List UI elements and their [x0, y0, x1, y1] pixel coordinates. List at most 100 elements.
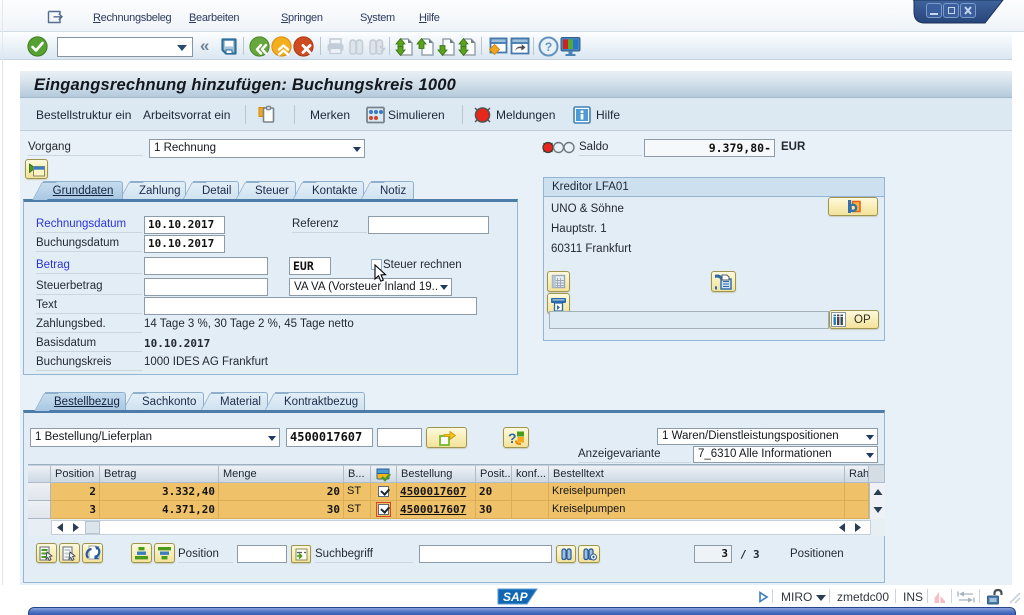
transaction-dropdown-icon[interactable]	[816, 595, 826, 601]
meldungen-button[interactable]: Meldungen	[496, 108, 555, 122]
cell-betrag[interactable]: 3.332,40	[100, 483, 219, 501]
col-konf[interactable]: konf...	[512, 465, 549, 483]
maximize-button[interactable]	[943, 3, 959, 18]
menu-springen[interactable]: Springen	[281, 12, 323, 24]
col-bestelltext[interactable]: Bestelltext	[549, 465, 845, 483]
scroll-left-icon[interactable]	[57, 523, 63, 532]
tab-grunddaten[interactable]: Grunddaten	[43, 181, 123, 199]
steuerbetrag-field[interactable]	[144, 278, 268, 296]
col-positznr[interactable]: Posit...	[476, 465, 512, 483]
cell-ok[interactable]	[371, 483, 397, 501]
select-details-button[interactable]	[36, 543, 57, 563]
refresh-button[interactable]	[82, 543, 103, 563]
betrag-field[interactable]	[144, 257, 268, 275]
row-ok-checkbox[interactable]	[378, 486, 389, 497]
first-page-icon[interactable]	[395, 37, 413, 57]
cell-konf[interactable]	[512, 483, 549, 501]
po-number-field[interactable]: 4500017607	[286, 428, 373, 447]
op-button[interactable]: OP	[829, 310, 879, 329]
row-selector[interactable]	[28, 501, 51, 519]
col-menge[interactable]: Menge	[219, 465, 344, 483]
currency-field[interactable]: EUR	[289, 257, 331, 275]
cell-menge[interactable]: 20	[219, 483, 344, 501]
tab-kontakte[interactable]: Kontakte	[303, 181, 364, 199]
cell-konf[interactable]	[512, 501, 549, 519]
cell-text[interactable]: Kreiselpumpen	[549, 483, 845, 501]
tab-bestellbezug[interactable]: Bestellbezug	[45, 392, 126, 410]
po-link[interactable]: 4500017607	[400, 485, 466, 498]
tab-zahlung[interactable]: Zahlung	[130, 181, 186, 199]
adopt-button[interactable]	[426, 427, 467, 448]
back-icon[interactable]	[249, 36, 270, 57]
col-beinh[interactable]: B...	[344, 465, 371, 483]
vendor-search-field[interactable]	[549, 311, 829, 329]
account-display-button[interactable]	[547, 271, 570, 292]
tab-notiz[interactable]: Notiz	[371, 181, 414, 199]
scroll-up-icon[interactable]	[874, 489, 883, 495]
enter-icon[interactable]	[27, 36, 48, 57]
referenz-field[interactable]	[368, 216, 489, 234]
row-selector[interactable]	[28, 483, 51, 501]
steuerkennzeichen-select[interactable]: VA VA (Vorsteuer Inland 19..	[289, 278, 452, 296]
vendor-detail-button[interactable]	[828, 197, 878, 216]
table-vscrollbar[interactable]	[869, 483, 885, 519]
page-up-icon[interactable]	[416, 37, 434, 57]
menu-system[interactable]: System	[360, 12, 395, 24]
col-select-all[interactable]	[28, 465, 51, 483]
tab-detail[interactable]: Detail	[193, 181, 239, 199]
po-unknown-button[interactable]: ?	[503, 427, 529, 448]
cancel-icon[interactable]	[293, 36, 314, 57]
menu-rechnungsbeleg[interactable]: Rechnungsbeleg	[93, 12, 171, 24]
bestellstruktur-button[interactable]: Bestellstruktur ein	[36, 108, 131, 122]
cell-text[interactable]: Kreiselpumpen	[549, 501, 845, 519]
cell-betrag[interactable]: 4.371,20	[100, 501, 219, 519]
rechnungsdatum-field[interactable]: 10.10.2017	[144, 216, 225, 234]
buchungsdatum-field[interactable]: 10.10.2017	[144, 235, 225, 253]
col-bestellung[interactable]: Bestellung	[397, 465, 476, 483]
cell-pos[interactable]: 20	[476, 483, 512, 501]
search-next-button[interactable]	[578, 545, 600, 563]
tab-sachkonto[interactable]: Sachkonto	[133, 392, 204, 410]
row-ok-checkbox-focused[interactable]	[378, 504, 389, 515]
arbeitsvorrat-button[interactable]: Arbeitsvorrat ein	[143, 108, 230, 122]
cell-unit[interactable]: ST	[344, 501, 371, 519]
resize-grip[interactable]	[1008, 591, 1022, 605]
hide-command-field-icon[interactable]: «	[200, 36, 209, 56]
sort-ascending-button[interactable]	[131, 543, 152, 563]
cell-bestellung[interactable]: 4500017607	[397, 483, 476, 501]
tab-steuer[interactable]: Steuer	[246, 181, 296, 199]
cell-rahmen[interactable]	[845, 483, 869, 501]
col-ok[interactable]	[371, 465, 397, 483]
customize-icon[interactable]	[559, 36, 582, 57]
hscroll-thumb[interactable]	[85, 521, 100, 534]
menu-hilfe[interactable]: Hilfe	[419, 12, 440, 24]
cell-ok[interactable]	[371, 501, 397, 519]
phone-button[interactable]	[711, 271, 736, 292]
text-field[interactable]	[144, 297, 477, 315]
performance-icon[interactable]	[758, 591, 769, 603]
cell-position[interactable]: 3	[51, 501, 100, 519]
save-icon[interactable]	[220, 37, 238, 56]
cell-unit[interactable]: ST	[344, 483, 371, 501]
col-betrag[interactable]: Betrag	[100, 465, 219, 483]
cell-rahmen[interactable]	[845, 501, 869, 519]
transaction-code[interactable]: MIRO	[781, 590, 812, 604]
suchbegriff-field[interactable]	[419, 545, 552, 563]
shortcut-icon[interactable]	[510, 37, 530, 56]
position-goto-button[interactable]	[291, 545, 311, 563]
search-button[interactable]	[556, 545, 576, 563]
po-link[interactable]: 4500017607	[400, 503, 466, 516]
meldungen-icon[interactable]	[473, 106, 492, 124]
table-hscrollbar[interactable]	[28, 519, 885, 536]
system-menu-icon[interactable]	[47, 9, 66, 24]
tab-material[interactable]: Material	[211, 392, 268, 410]
help-icon[interactable]: ?	[538, 36, 559, 57]
park-icon[interactable]	[257, 105, 277, 125]
insert-mode[interactable]: INS	[903, 590, 923, 604]
menu-bearbeiten[interactable]: Bearbeiten	[189, 12, 239, 24]
po-item-field[interactable]	[377, 428, 422, 447]
simulieren-button[interactable]: Simulieren	[388, 108, 445, 122]
vorgang-select[interactable]: 1 Rechnung	[149, 139, 365, 158]
col-rahmen[interactable]: Rah	[845, 465, 869, 483]
tab-kontraktbezug[interactable]: Kontraktbezug	[275, 392, 365, 410]
